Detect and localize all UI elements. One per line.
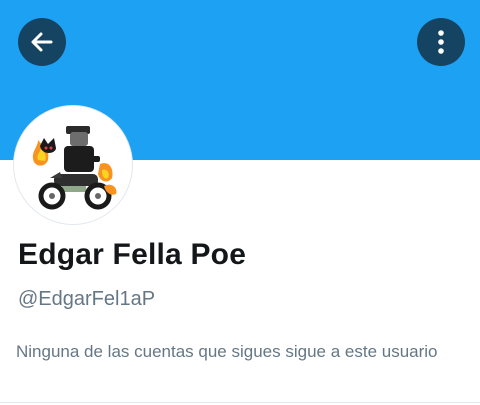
more-options-button[interactable]: [417, 18, 465, 66]
profile-display-name: Edgar Fella Poe: [18, 238, 247, 271]
followers-you-know-note: Ninguna de las cuentas que sigues sigue …: [16, 342, 438, 361]
arrow-left-icon: [31, 32, 53, 52]
divider: [0, 402, 480, 403]
avatar[interactable]: [14, 106, 132, 224]
more-vertical-icon: [438, 30, 444, 54]
motorcycle-rider-avatar: [16, 108, 130, 222]
back-button[interactable]: [18, 18, 66, 66]
profile-handle: @EdgarFel1aP: [18, 288, 156, 310]
